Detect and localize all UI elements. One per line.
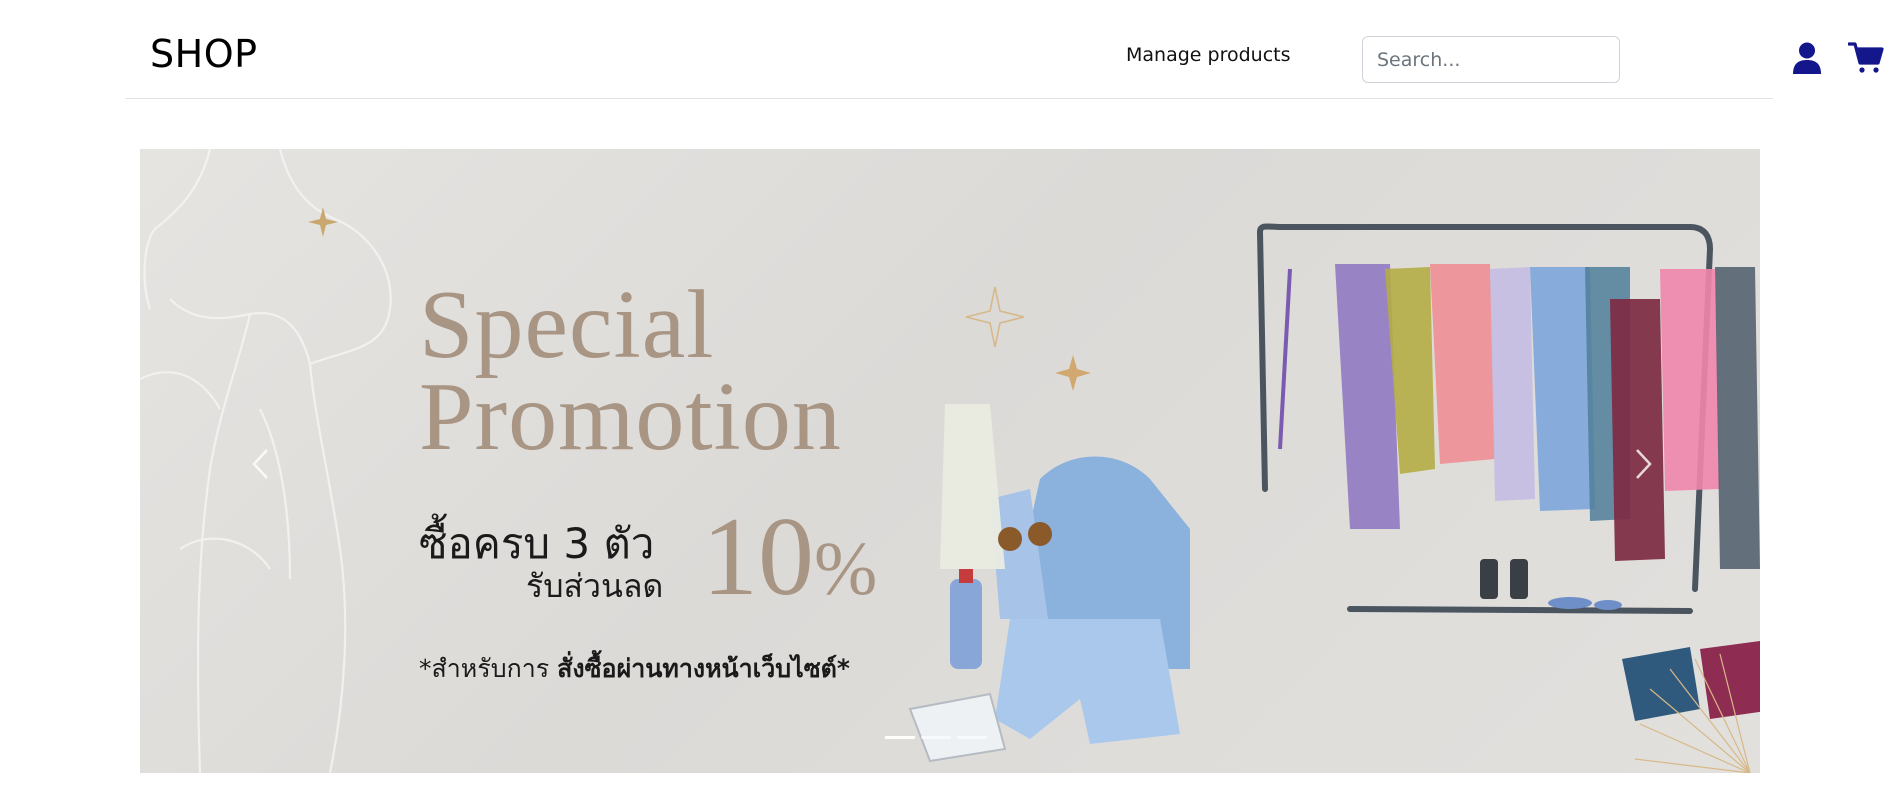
promo-note: *สำหรับการ สั่งซื้อผ่านทางหน้าเว็บไซต์* [419,649,850,689]
cart-button[interactable] [1848,40,1884,76]
carousel-indicator-3[interactable] [957,736,987,739]
clothing-rack-illustration [908,223,1760,773]
promo-title-line1: Special [419,271,715,379]
brand-logo[interactable]: SHOP [150,32,258,76]
carousel-next-button[interactable] [1624,439,1664,489]
carousel-indicator-2[interactable] [921,736,951,739]
carousel-prev-button[interactable] [240,439,280,489]
search-input[interactable] [1362,36,1620,83]
promo-offer-line2: รับส่วนลด [526,567,664,605]
carousel-indicators [885,736,987,739]
promo-title: Special Promotion [419,271,842,471]
site-header: SHOP Manage products [125,0,1884,99]
user-icon [1793,42,1821,74]
promo-carousel: Special Promotion ซื้อครบ 3 ตัว รับส่วนล… [140,149,1760,773]
nav-manage-products[interactable]: Manage products [1126,44,1291,66]
promo-note-prefix: *สำหรับการ [419,654,558,683]
carousel-indicator-1[interactable] [885,736,915,739]
cart-icon [1848,42,1884,73]
chevron-left-icon [252,449,268,479]
user-button[interactable] [1789,40,1825,76]
promo-title-line2: Promotion [419,363,842,471]
chevron-right-icon [1636,449,1652,479]
